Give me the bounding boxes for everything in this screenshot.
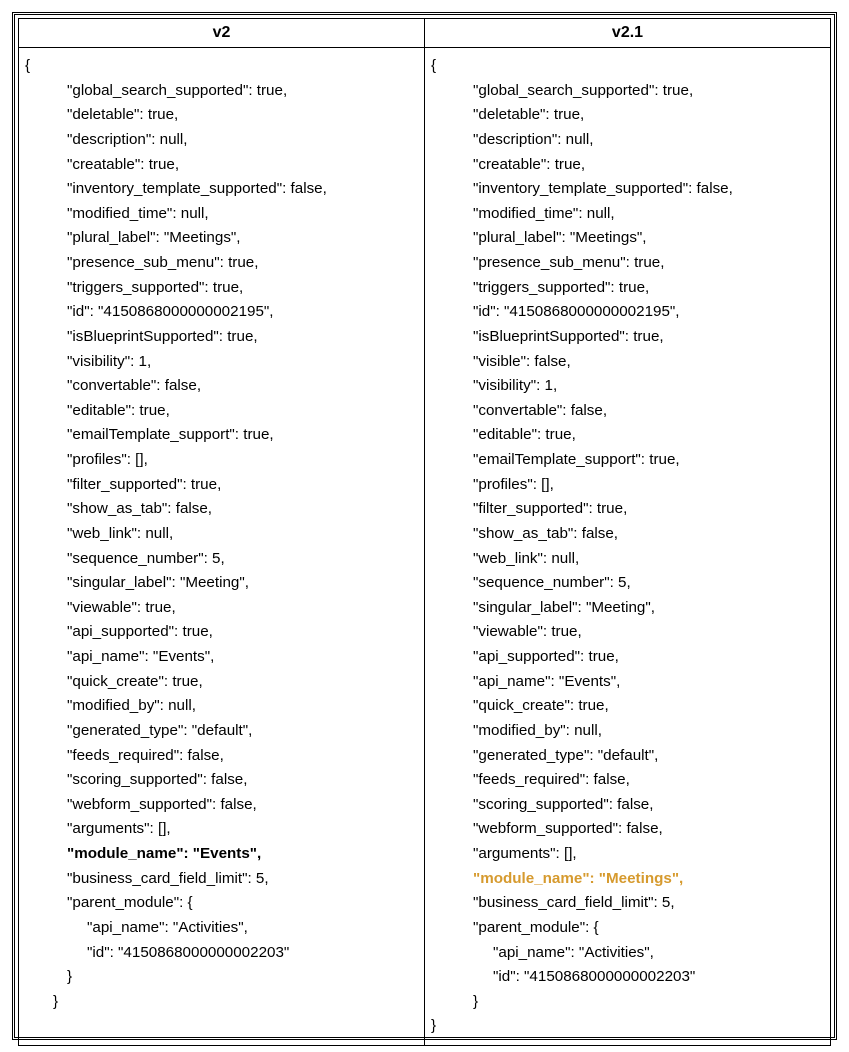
code-line: "id": "4150868000000002203" bbox=[431, 965, 824, 990]
code-line: "business_card_field_limit": 5, bbox=[25, 867, 418, 892]
code-line: { bbox=[25, 54, 418, 79]
code-line: "filter_supported": true, bbox=[431, 497, 824, 522]
code-line: "web_link": null, bbox=[25, 522, 418, 547]
header-v2: v2 bbox=[19, 19, 425, 48]
code-line: "viewable": true, bbox=[25, 596, 418, 621]
code-line: "api_supported": true, bbox=[25, 620, 418, 645]
code-line: "deletable": true, bbox=[431, 103, 824, 128]
code-line: "convertable": false, bbox=[25, 374, 418, 399]
code-line: "api_supported": true, bbox=[431, 645, 824, 670]
code-line: "module_name": "Meetings", bbox=[431, 867, 824, 892]
code-line: } bbox=[431, 990, 824, 1015]
code-line: "generated_type": "default", bbox=[431, 744, 824, 769]
code-line: "modified_time": null, bbox=[431, 202, 824, 227]
code-line: "visibility": 1, bbox=[431, 374, 824, 399]
code-line: "viewable": true, bbox=[431, 620, 824, 645]
code-line: "parent_module": { bbox=[431, 916, 824, 941]
code-line: "profiles": [], bbox=[431, 473, 824, 498]
code-line: "scoring_supported": false, bbox=[431, 793, 824, 818]
code-line: "visible": false, bbox=[431, 350, 824, 375]
code-line: "arguments": [], bbox=[431, 842, 824, 867]
code-line: "triggers_supported": true, bbox=[431, 276, 824, 301]
header-v21: v2.1 bbox=[425, 19, 831, 48]
code-line: "quick_create": true, bbox=[25, 670, 418, 695]
cell-v21: {"global_search_supported": true,"deleta… bbox=[425, 48, 831, 1046]
code-line: "api_name": "Activities", bbox=[25, 916, 418, 941]
code-line: "plural_label": "Meetings", bbox=[25, 226, 418, 251]
code-line: "quick_create": true, bbox=[431, 694, 824, 719]
code-line: "inventory_template_supported": false, bbox=[25, 177, 418, 202]
code-line: "filter_supported": true, bbox=[25, 473, 418, 498]
code-line: "creatable": true, bbox=[25, 153, 418, 178]
comparison-container: v2 v2.1 {"global_search_supported": true… bbox=[12, 12, 837, 1040]
code-line: "isBlueprintSupported": true, bbox=[25, 325, 418, 350]
code-line: "id": "4150868000000002195", bbox=[431, 300, 824, 325]
code-line: "description": null, bbox=[25, 128, 418, 153]
code-line: "web_link": null, bbox=[431, 547, 824, 572]
code-line: "emailTemplate_support": true, bbox=[25, 423, 418, 448]
code-line: } bbox=[25, 990, 418, 1015]
code-line: "deletable": true, bbox=[25, 103, 418, 128]
code-line: "modified_by": null, bbox=[25, 694, 418, 719]
code-line: "arguments": [], bbox=[25, 817, 418, 842]
code-line: "api_name": "Events", bbox=[431, 670, 824, 695]
code-line: "feeds_required": false, bbox=[25, 744, 418, 769]
code-line: "modified_time": null, bbox=[25, 202, 418, 227]
code-line: "triggers_supported": true, bbox=[25, 276, 418, 301]
code-line: "id": "4150868000000002203" bbox=[25, 941, 418, 966]
cell-v2: {"global_search_supported": true,"deleta… bbox=[19, 48, 425, 1046]
code-line: "parent_module": { bbox=[25, 891, 418, 916]
code-line: "presence_sub_menu": true, bbox=[431, 251, 824, 276]
comparison-table: v2 v2.1 {"global_search_supported": true… bbox=[18, 18, 831, 1046]
code-line: { bbox=[431, 54, 824, 79]
code-line: "api_name": "Activities", bbox=[431, 941, 824, 966]
code-line: "global_search_supported": true, bbox=[25, 79, 418, 104]
code-line: "emailTemplate_support": true, bbox=[431, 448, 824, 473]
code-line: "singular_label": "Meeting", bbox=[431, 596, 824, 621]
code-line: } bbox=[431, 1014, 824, 1039]
code-line: "sequence_number": 5, bbox=[431, 571, 824, 596]
code-line: "plural_label": "Meetings", bbox=[431, 226, 824, 251]
code-line: "id": "4150868000000002195", bbox=[25, 300, 418, 325]
code-line: "show_as_tab": false, bbox=[431, 522, 824, 547]
code-line: "inventory_template_supported": false, bbox=[431, 177, 824, 202]
code-line: "convertable": false, bbox=[431, 399, 824, 424]
code-line: "api_name": "Events", bbox=[25, 645, 418, 670]
code-line: "editable": true, bbox=[25, 399, 418, 424]
code-line: "scoring_supported": false, bbox=[25, 768, 418, 793]
code-line: "webform_supported": false, bbox=[431, 817, 824, 842]
code-line: "generated_type": "default", bbox=[25, 719, 418, 744]
code-line: "feeds_required": false, bbox=[431, 768, 824, 793]
code-line: "visibility": 1, bbox=[25, 350, 418, 375]
code-line: "business_card_field_limit": 5, bbox=[431, 891, 824, 916]
code-line: "creatable": true, bbox=[431, 153, 824, 178]
code-line: } bbox=[25, 965, 418, 990]
code-line: "sequence_number": 5, bbox=[25, 547, 418, 572]
code-line: "modified_by": null, bbox=[431, 719, 824, 744]
code-line: "isBlueprintSupported": true, bbox=[431, 325, 824, 350]
code-line: "singular_label": "Meeting", bbox=[25, 571, 418, 596]
code-line: "global_search_supported": true, bbox=[431, 79, 824, 104]
code-line: "show_as_tab": false, bbox=[25, 497, 418, 522]
code-line: "profiles": [], bbox=[25, 448, 418, 473]
code-line: "module_name": "Events", bbox=[25, 842, 418, 867]
code-line: "webform_supported": false, bbox=[25, 793, 418, 818]
code-line: "editable": true, bbox=[431, 423, 824, 448]
code-line: "presence_sub_menu": true, bbox=[25, 251, 418, 276]
code-line: "description": null, bbox=[431, 128, 824, 153]
